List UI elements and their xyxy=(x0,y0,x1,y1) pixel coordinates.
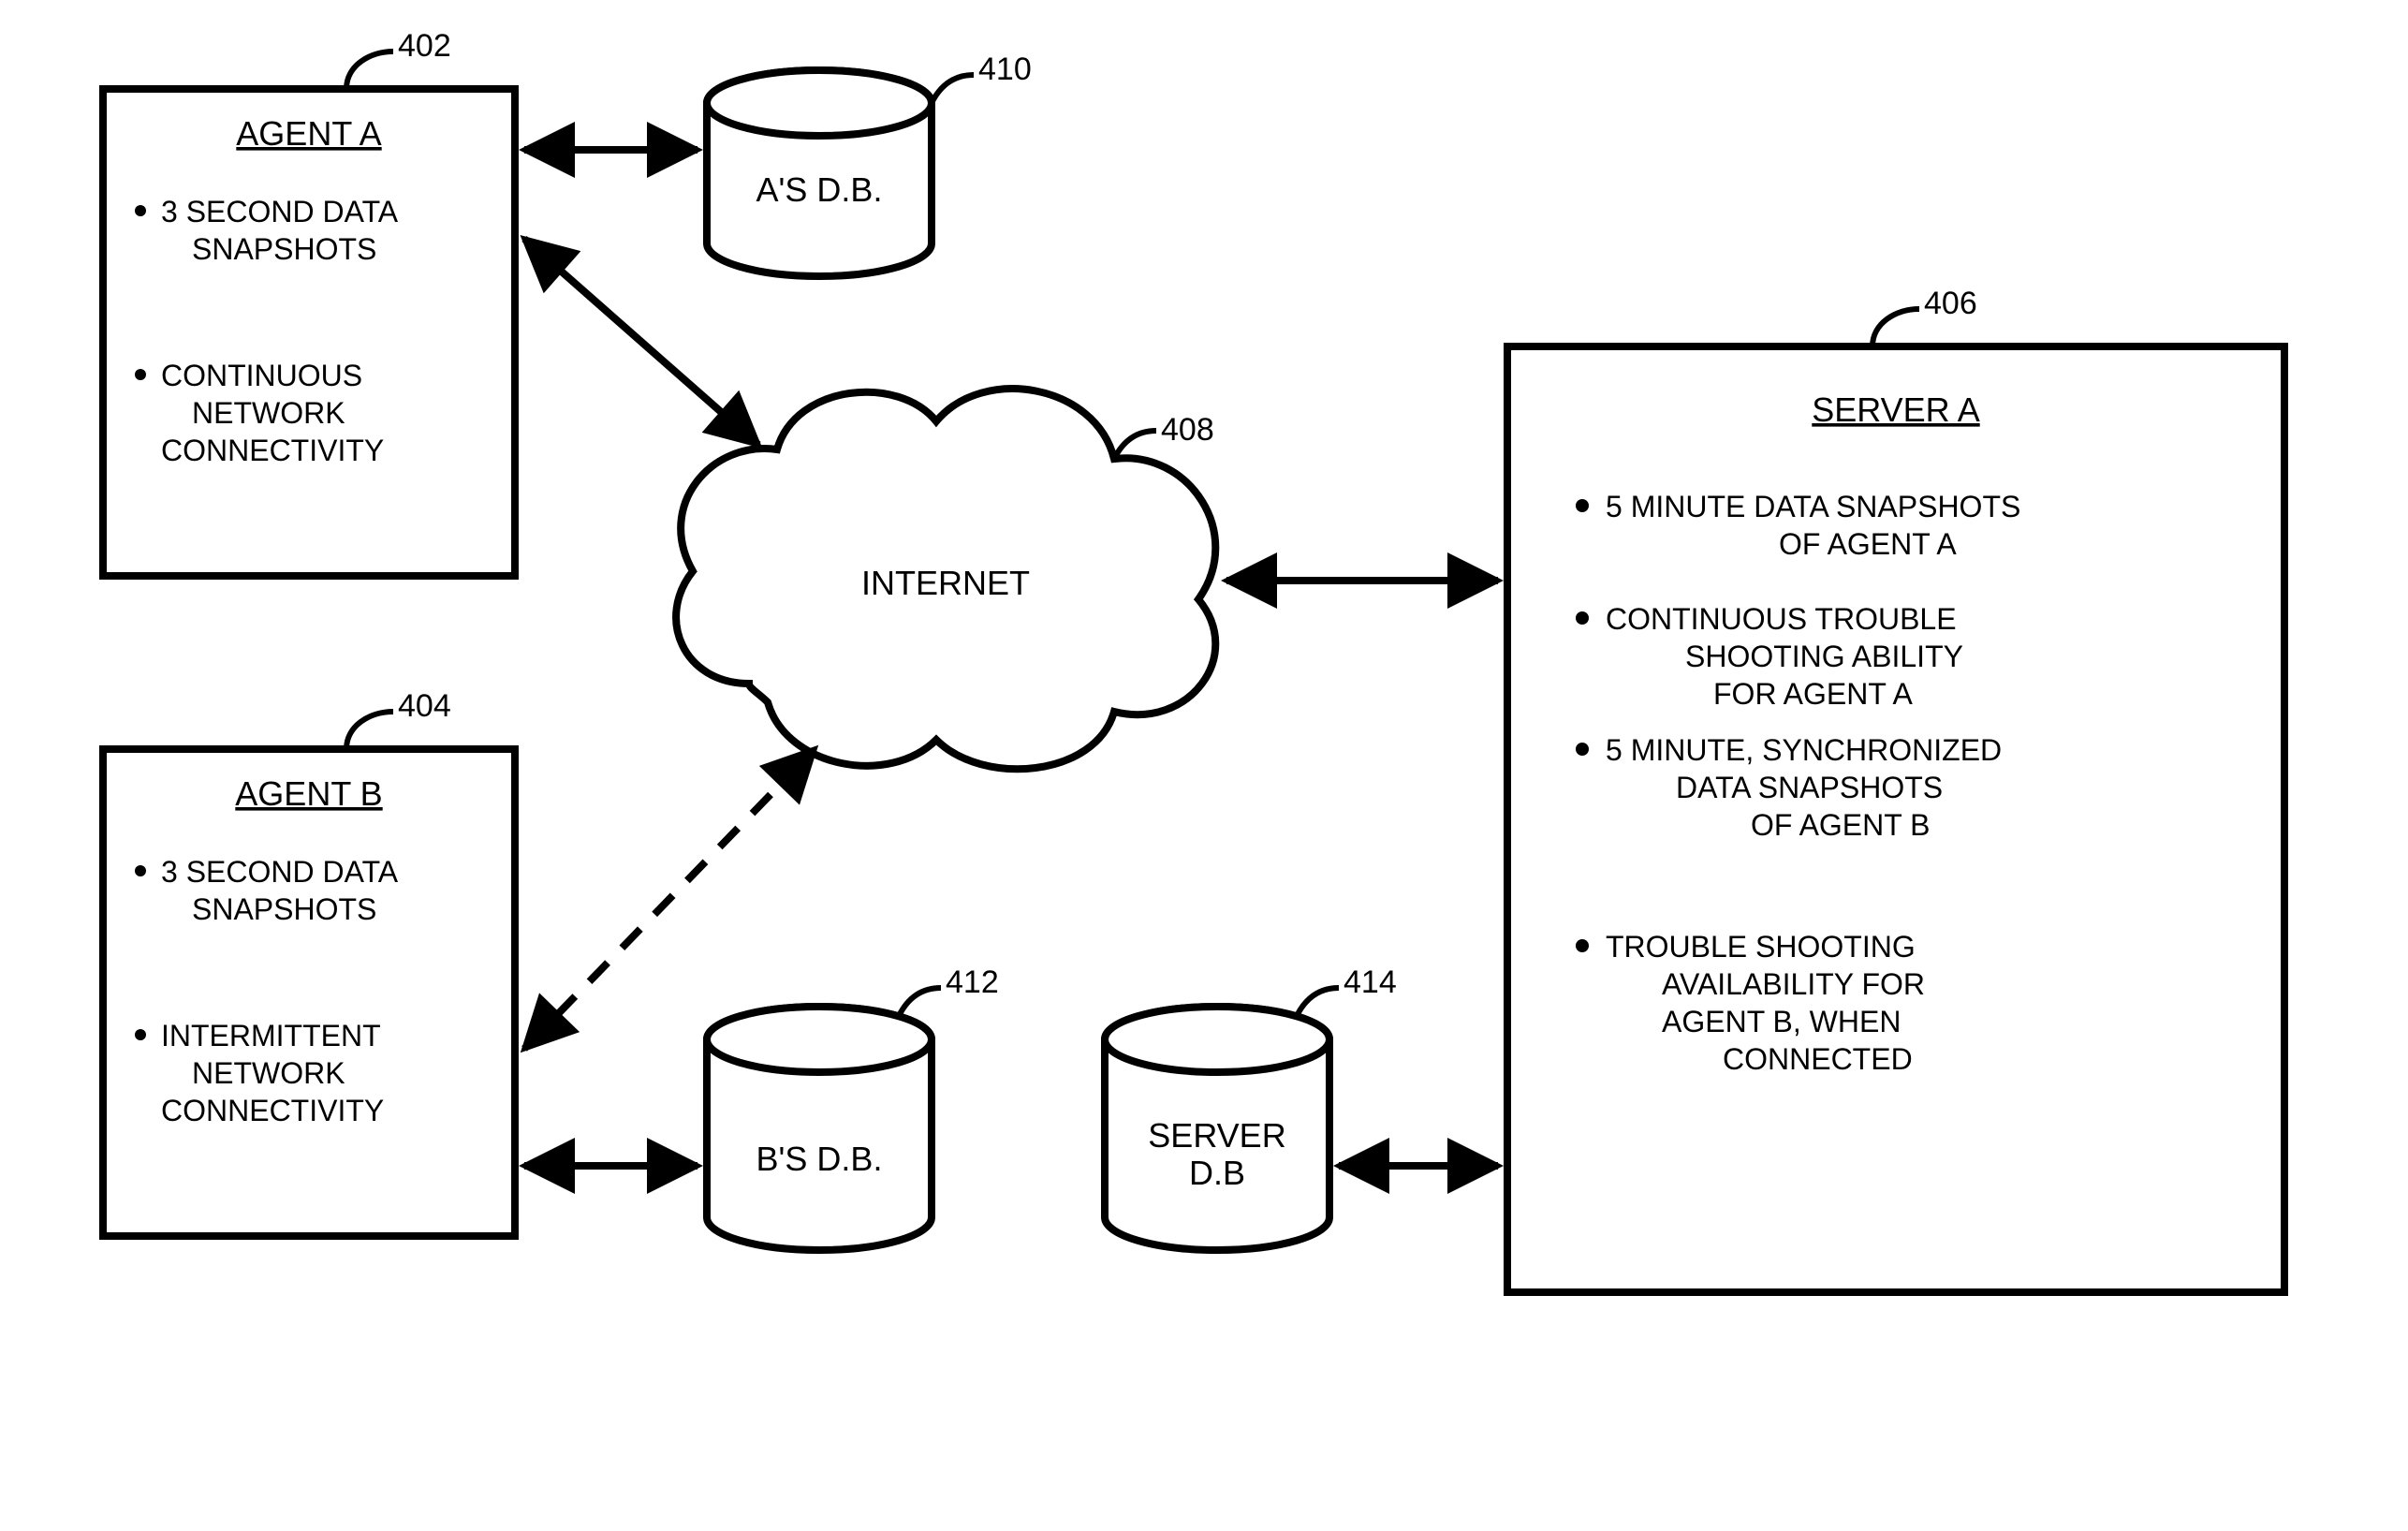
agent-b-ref: 404 xyxy=(398,688,451,724)
diagram-canvas: AGENT A 3 SECOND DATA SNAPSHOTS CONTINUO… xyxy=(0,0,2408,1531)
server-a-ref: 406 xyxy=(1924,286,1977,321)
db-server-label-2: D.B xyxy=(1189,1154,1245,1192)
agent-a-box: AGENT A 3 SECOND DATA SNAPSHOTS CONTINUO… xyxy=(103,89,515,576)
db-a-label: A'S D.B. xyxy=(756,170,883,209)
server-bullet-2-line-3: FOR AGENT A xyxy=(1713,677,1913,711)
agent-a-bullet-2-line-2: NETWORK xyxy=(192,396,345,430)
agent-b-bullet-2-line-3: CONNECTIVITY xyxy=(161,1094,384,1127)
db-b-label: B'S D.B. xyxy=(756,1140,883,1178)
db-server-ref: 414 xyxy=(1343,964,1397,1000)
server-a-title: SERVER A xyxy=(1812,390,1979,429)
db-server-label-1: SERVER xyxy=(1148,1116,1285,1155)
db-server: SERVER D.B xyxy=(1105,1007,1329,1250)
agent-a-ref: 402 xyxy=(398,28,451,64)
arrow-agent-b-cloud xyxy=(524,749,815,1049)
agent-a-bullet-1-line-1: 3 SECOND DATA xyxy=(161,195,399,228)
agent-b-bullet-1-line-2: SNAPSHOTS xyxy=(192,892,376,926)
server-bullet-4-line-3: AGENT B, WHEN xyxy=(1662,1005,1901,1038)
cloud-label: INTERNET xyxy=(861,564,1030,602)
db-a-ref: 410 xyxy=(978,52,1032,87)
server-bullet-3-line-3: OF AGENT B xyxy=(1751,808,1930,842)
db-b-ref: 412 xyxy=(946,964,999,1000)
agent-b-box: AGENT B 3 SECOND DATA SNAPSHOTS INTERMIT… xyxy=(103,749,515,1236)
server-bullet-1-line-2: OF AGENT A xyxy=(1779,527,1957,561)
server-bullet-4-line-4: CONNECTED xyxy=(1723,1042,1913,1076)
agent-b-bullet-1-line-1: 3 SECOND DATA xyxy=(161,855,399,889)
agent-b-bullet-2-line-2: NETWORK xyxy=(192,1056,345,1090)
agent-b-title: AGENT B xyxy=(235,774,382,813)
db-b: B'S D.B. xyxy=(707,1007,932,1250)
agent-a-bullet-2-line-1: CONTINUOUS xyxy=(161,359,362,392)
server-bullet-2-line-2: SHOOTING ABILITY xyxy=(1685,640,1963,673)
db-a: A'S D.B. xyxy=(707,70,932,276)
agent-a-bullet-1-line-2: SNAPSHOTS xyxy=(192,232,376,266)
server-bullet-3-line-2: DATA SNAPSHOTS xyxy=(1676,771,1943,804)
server-bullet-4-line-2: AVAILABILITY FOR xyxy=(1662,967,1925,1001)
server-bullet-3-line-1: 5 MINUTE, SYNCHRONIZED xyxy=(1606,733,2002,767)
agent-a-title: AGENT A xyxy=(236,114,381,153)
server-bullet-4-line-1: TROUBLE SHOOTING xyxy=(1606,930,1916,964)
agent-a-bullet-2-line-3: CONNECTIVITY xyxy=(161,434,384,467)
server-a-box: SERVER A 5 MINUTE DATA SNAPSHOTS OF AGEN… xyxy=(1507,346,2284,1292)
server-bullet-2-line-1: CONTINUOUS TROUBLE xyxy=(1606,602,1957,636)
arrow-agent-a-cloud xyxy=(524,239,758,445)
cloud-ref: 408 xyxy=(1161,412,1214,448)
agent-b-bullet-2-line-1: INTERMITTENT xyxy=(161,1019,381,1053)
server-bullet-1-line-1: 5 MINUTE DATA SNAPSHOTS xyxy=(1606,490,2020,523)
